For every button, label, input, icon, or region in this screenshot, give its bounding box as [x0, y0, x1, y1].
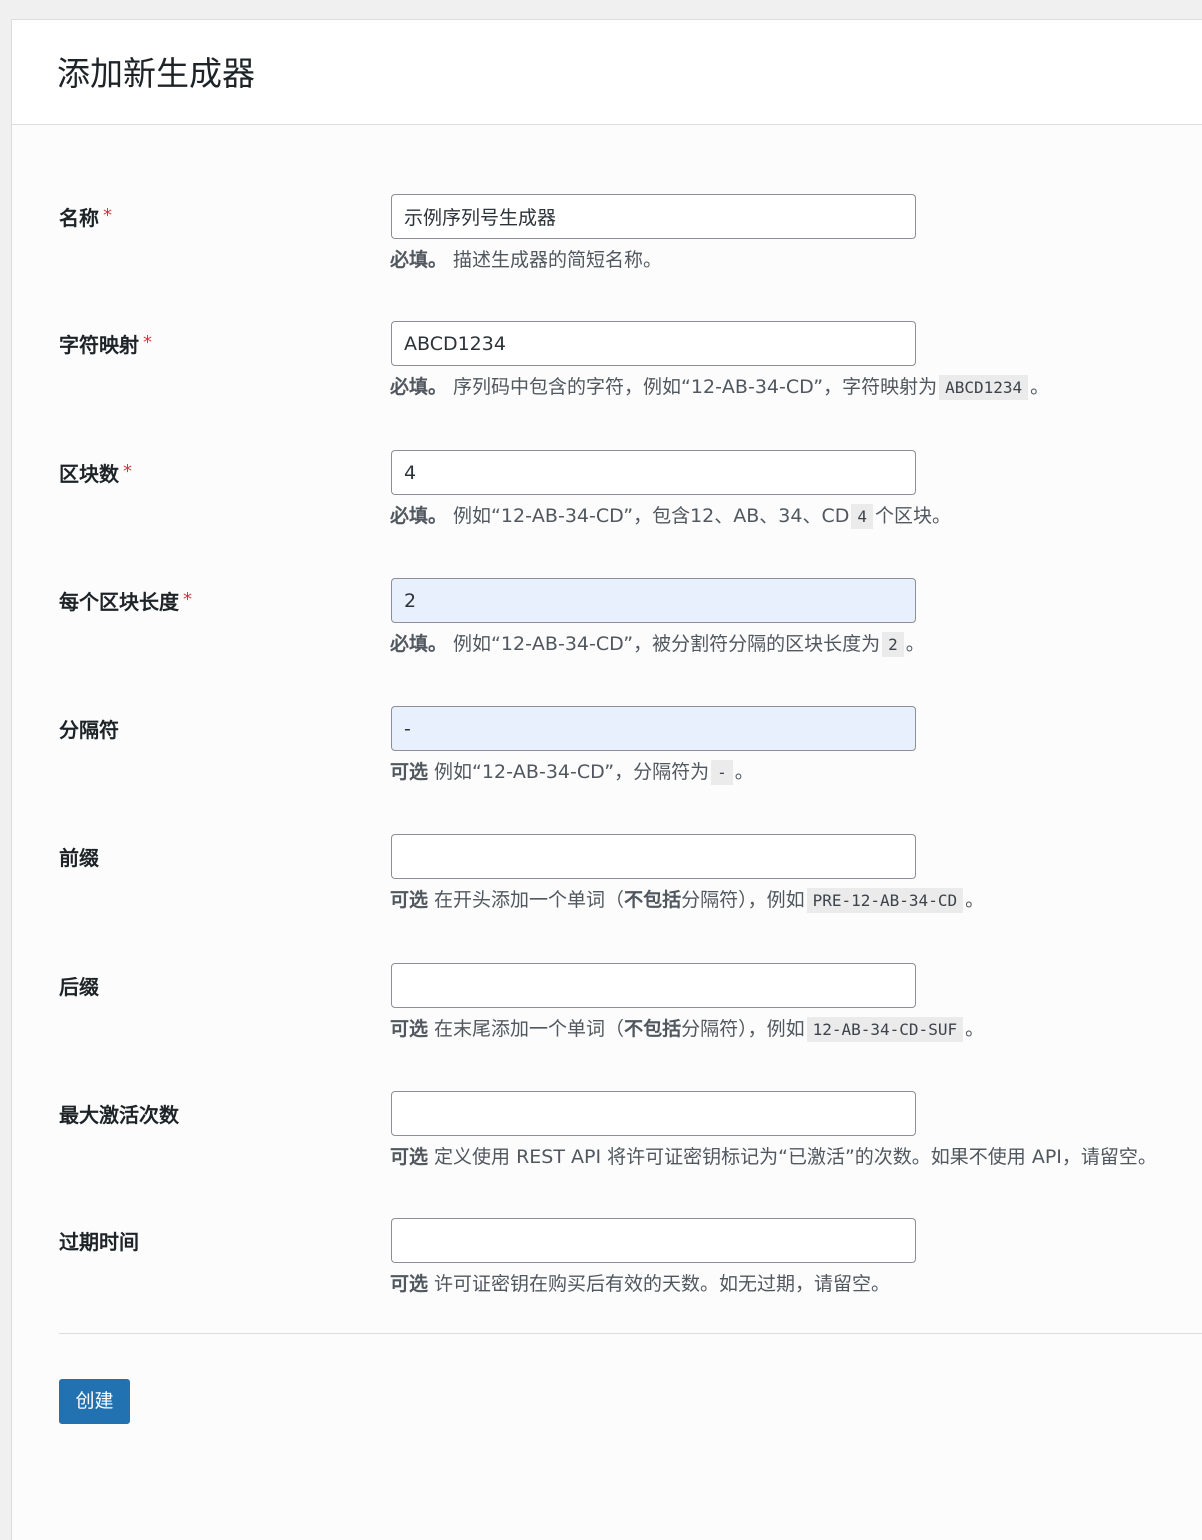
field-label: 区块数 * — [59, 461, 132, 486]
panel-header: 添加新生成器 — [12, 20, 1202, 125]
name-input[interactable] — [391, 194, 916, 239]
field-description: 可选 定义使用 REST API 将许可证密钥标记为“已激活”的次数。如果不使用… — [390, 1146, 1157, 1168]
required-asterisk: * — [183, 589, 192, 610]
chunks-input[interactable] — [391, 450, 916, 495]
charset-input[interactable] — [391, 321, 916, 366]
required-asterisk: * — [123, 461, 132, 482]
field-description: 必填。 序列码中包含的字符，例如“12-AB-34-CD”，字符映射为 ABCD1… — [390, 375, 1050, 400]
field-label: 后缀 — [59, 975, 99, 999]
field-description: 必填。 描述生成器的简短名称。 — [390, 249, 663, 271]
page-title: 添加新生成器 — [57, 54, 255, 93]
required-asterisk: * — [103, 205, 112, 226]
required-asterisk: * — [143, 332, 152, 353]
prefix-input[interactable] — [391, 834, 916, 879]
field-description: 必填。 例如“12-AB-34-CD”，包含12、AB、34、CD 4 个区块。 — [390, 504, 952, 529]
field-label: 过期时间 — [59, 1230, 139, 1254]
field-label: 字符映射 * — [59, 332, 152, 357]
create-button[interactable]: 创建 — [59, 1379, 130, 1424]
field-label: 最大激活次数 — [59, 1103, 179, 1127]
expires-in-input[interactable] — [391, 1218, 916, 1263]
chunk-length-input[interactable] — [391, 578, 916, 623]
field-label: 前缀 — [59, 846, 99, 870]
field-label: 每个区块长度 * — [59, 589, 192, 614]
field-description: 可选 例如“12-AB-34-CD”，分隔符为 -。 — [390, 760, 754, 785]
field-description: 可选 在开头添加一个单词（不包括分隔符），例如 PRE-12-AB-34-CD。 — [390, 888, 985, 913]
form-divider — [59, 1333, 1202, 1334]
field-label: 名称 * — [59, 205, 112, 230]
field-label: 分隔符 — [59, 718, 119, 742]
suffix-input[interactable] — [391, 963, 916, 1008]
separator-input[interactable] — [391, 706, 916, 751]
field-description: 必填。 例如“12-AB-34-CD”，被分割符分隔的区块长度为 2。 — [390, 632, 925, 657]
field-description: 可选 在末尾添加一个单词（不包括分隔符），例如 12-AB-34-CD-SUF。 — [390, 1017, 985, 1042]
field-description: 可选 许可证密钥在购买后有效的天数。如无过期，请留空。 — [390, 1273, 891, 1295]
max-activations-input[interactable] — [391, 1091, 916, 1136]
